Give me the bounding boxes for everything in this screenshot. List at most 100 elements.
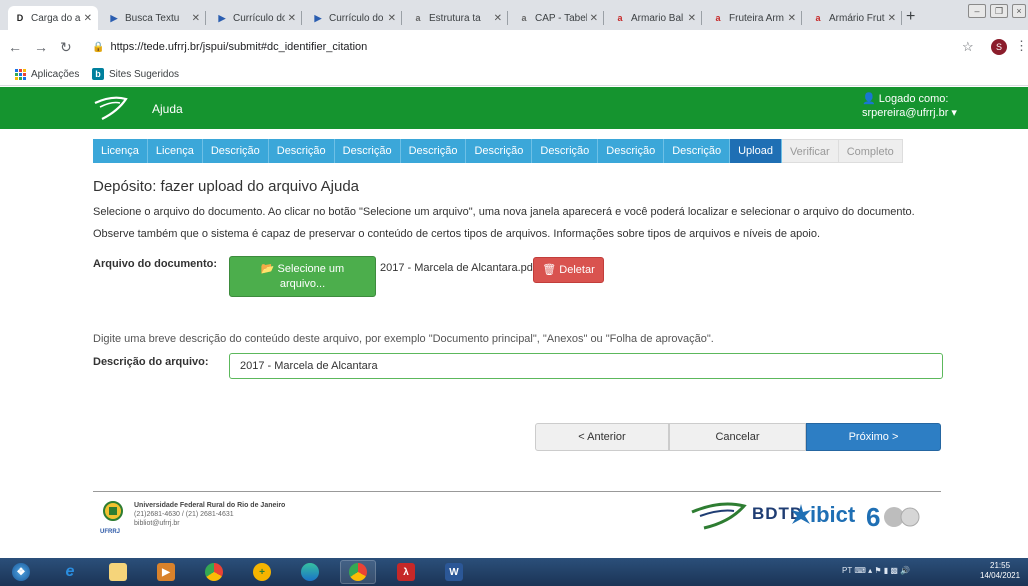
previous-button[interactable]: < Anterior xyxy=(535,423,669,451)
bing-icon: b xyxy=(92,68,104,80)
bookmark-sites-sugeridos[interactable]: b Sites Sugeridos xyxy=(92,68,179,80)
step-upload-11[interactable]: Upload xyxy=(730,139,782,163)
signal-icon[interactable]: ▩ xyxy=(890,566,898,575)
close-tab-icon[interactable]: ✕ xyxy=(192,13,200,24)
footer-org: Universidade Federal Rural do Rio de Jan… xyxy=(134,502,286,509)
taskbar-edge[interactable] xyxy=(292,560,328,584)
ufrrj-logo-icon xyxy=(103,501,123,521)
tab-separator xyxy=(801,11,802,25)
close-tab-icon[interactable]: ✕ xyxy=(590,13,598,24)
submission-steps: Licença Licença Descrição Descrição Descriçã… xyxy=(93,139,903,163)
tab-favicon-icon: ▶ xyxy=(314,12,322,23)
taskbar-ie[interactable]: e xyxy=(52,560,88,584)
site-name[interactable]: Ajuda xyxy=(152,102,183,116)
taskbar-outlook[interactable]: ▶ xyxy=(148,560,184,584)
word-icon: W xyxy=(445,563,463,581)
minimize-button[interactable]: – xyxy=(968,4,986,18)
tab-separator xyxy=(401,11,402,25)
tray-up-icon[interactable]: ▴ xyxy=(868,566,872,575)
ibict-logo[interactable]: ibict xyxy=(810,502,855,528)
new-tab-button[interactable]: + xyxy=(906,8,915,26)
intro-text-2: Observe também que o sistema é capaz de … xyxy=(93,228,821,240)
select-file-button[interactable]: 📂 Selecione um arquivo... xyxy=(229,256,376,297)
tab-favicon-icon: a xyxy=(715,13,721,23)
browser-tab[interactable]: D Carga do ar ✕ xyxy=(8,6,98,30)
taskbar-explorer[interactable] xyxy=(100,560,136,584)
back-icon[interactable]: ← xyxy=(8,39,22,55)
bdtd-swoosh-icon xyxy=(691,502,747,530)
step-descricao-6[interactable]: Descrição xyxy=(400,139,467,163)
site-header: Ajuda 👤 Logado como: srpereira@ufrrj.br … xyxy=(0,87,1028,129)
close-tab-icon[interactable]: ✕ xyxy=(288,13,296,24)
taskbar-chrome-active[interactable] xyxy=(340,560,376,584)
ibict-leaf-icon xyxy=(791,504,811,524)
browser-tab[interactable]: a Armario Bal ✕ xyxy=(608,6,702,30)
step-descricao-8[interactable]: Descrição xyxy=(532,139,599,163)
ibict-60-anniversary-icon: 6 xyxy=(866,502,920,530)
file-label: Arquivo do documento: xyxy=(93,258,218,270)
volume-icon[interactable]: 🔊 xyxy=(900,566,910,575)
close-tab-icon[interactable]: ✕ xyxy=(788,13,796,24)
clock-date: 14/04/2021 xyxy=(980,571,1021,580)
step-licenca-1[interactable]: Licença xyxy=(93,139,148,163)
acrobat-icon: λ xyxy=(397,563,415,581)
address-bar-row: ← → ↻ 🔒 https://tede.ufrrj.br/jspui/subm… xyxy=(0,30,1028,64)
step-descricao-7[interactable]: Descrição xyxy=(466,139,533,163)
close-tab-icon[interactable]: ✕ xyxy=(494,13,502,24)
taskbar-chrome[interactable] xyxy=(196,560,232,584)
cancel-button[interactable]: Cancelar xyxy=(669,423,806,451)
step-descricao-3[interactable]: Descrição xyxy=(202,139,269,163)
step-descricao-4[interactable]: Descrição xyxy=(268,139,335,163)
navigation-buttons: < Anterior Cancelar Próximo > xyxy=(535,423,941,451)
file-explorer-icon xyxy=(109,563,127,581)
description-input[interactable] xyxy=(229,353,943,379)
site-logo-icon[interactable] xyxy=(92,93,130,121)
taskbar-clock[interactable]: 21:55 14/04/2021 xyxy=(980,561,1020,581)
tab-title: Estrutura ta xyxy=(429,12,481,24)
tab-title: Armario Bal xyxy=(631,12,684,24)
restore-button[interactable]: ❐ xyxy=(990,4,1008,18)
browser-tab-strip: D Carga do ar ✕ ▶ Busca Textu ✕ ▶ Currículo do ✕… xyxy=(0,0,1028,30)
taskbar-word[interactable]: W xyxy=(436,560,472,584)
language-indicator[interactable]: PT xyxy=(842,566,852,575)
step-descricao-10[interactable]: Descrição xyxy=(664,139,731,163)
browser-tab[interactable]: a CAP - Tabel ✕ xyxy=(512,6,604,30)
forward-icon[interactable]: → xyxy=(34,39,48,55)
close-tab-icon[interactable]: ✕ xyxy=(84,13,92,24)
close-tab-icon[interactable]: ✕ xyxy=(388,13,396,24)
next-button[interactable]: Próximo > xyxy=(806,423,941,451)
reload-icon[interactable]: ↻ xyxy=(60,39,72,56)
user-menu[interactable]: 👤 Logado como: srpereira@ufrrj.br ▾ xyxy=(862,92,957,120)
step-licenca-2[interactable]: Licença xyxy=(147,139,203,163)
browser-menu-icon[interactable]: ⋮ xyxy=(1015,38,1028,54)
url-field[interactable]: 🔒 https://tede.ufrrj.br/jspui/submit#dc_… xyxy=(92,36,942,58)
profile-avatar[interactable]: S xyxy=(991,39,1007,55)
browser-tab[interactable]: ▶ Currículo do ✕ xyxy=(210,6,302,30)
browser-tab[interactable]: a Estrutura ta ✕ xyxy=(406,6,508,30)
flag-icon[interactable]: ⚑ xyxy=(874,566,881,575)
folder-open-icon: 📂 xyxy=(260,263,275,275)
system-tray: PT ⌨ ▴ ⚑ ▮ ▩ 🔊 xyxy=(842,566,910,575)
bookmark-apps[interactable]: Aplicações xyxy=(14,68,79,80)
close-window-button[interactable]: × xyxy=(1012,4,1026,18)
browser-tab[interactable]: a Fruteira Arm ✕ xyxy=(706,6,802,30)
step-descricao-5[interactable]: Descrição xyxy=(334,139,401,163)
browser-tab[interactable]: ▶ Busca Textu ✕ xyxy=(102,6,206,30)
browser-tab[interactable]: a Armário Frut ✕ xyxy=(806,6,902,30)
tab-favicon-icon: a xyxy=(617,13,623,23)
browser-tab[interactable]: ▶ Currículo do ✕ xyxy=(306,6,402,30)
taskbar-acrobat[interactable]: λ xyxy=(388,560,424,584)
start-button[interactable]: ❖ xyxy=(4,560,38,584)
delete-file-button[interactable]: 🗑 Deletar xyxy=(533,257,604,283)
close-tab-icon[interactable]: ✕ xyxy=(688,13,696,24)
step-descricao-9[interactable]: Descrição xyxy=(598,139,665,163)
tab-title: Busca Textu xyxy=(125,12,180,24)
taskbar-app[interactable]: + xyxy=(244,560,280,584)
select-file-line2: arquivo... xyxy=(279,278,326,290)
battery-icon[interactable]: ▮ xyxy=(884,566,888,575)
keyboard-icon[interactable]: ⌨ xyxy=(854,566,866,575)
tab-favicon-icon: ▶ xyxy=(218,12,226,23)
bookmark-star-icon[interactable]: ☆ xyxy=(962,39,974,55)
close-tab-icon[interactable]: ✕ xyxy=(888,13,896,24)
bookmarks-bar: Aplicações b Sites Sugeridos xyxy=(0,64,1028,86)
